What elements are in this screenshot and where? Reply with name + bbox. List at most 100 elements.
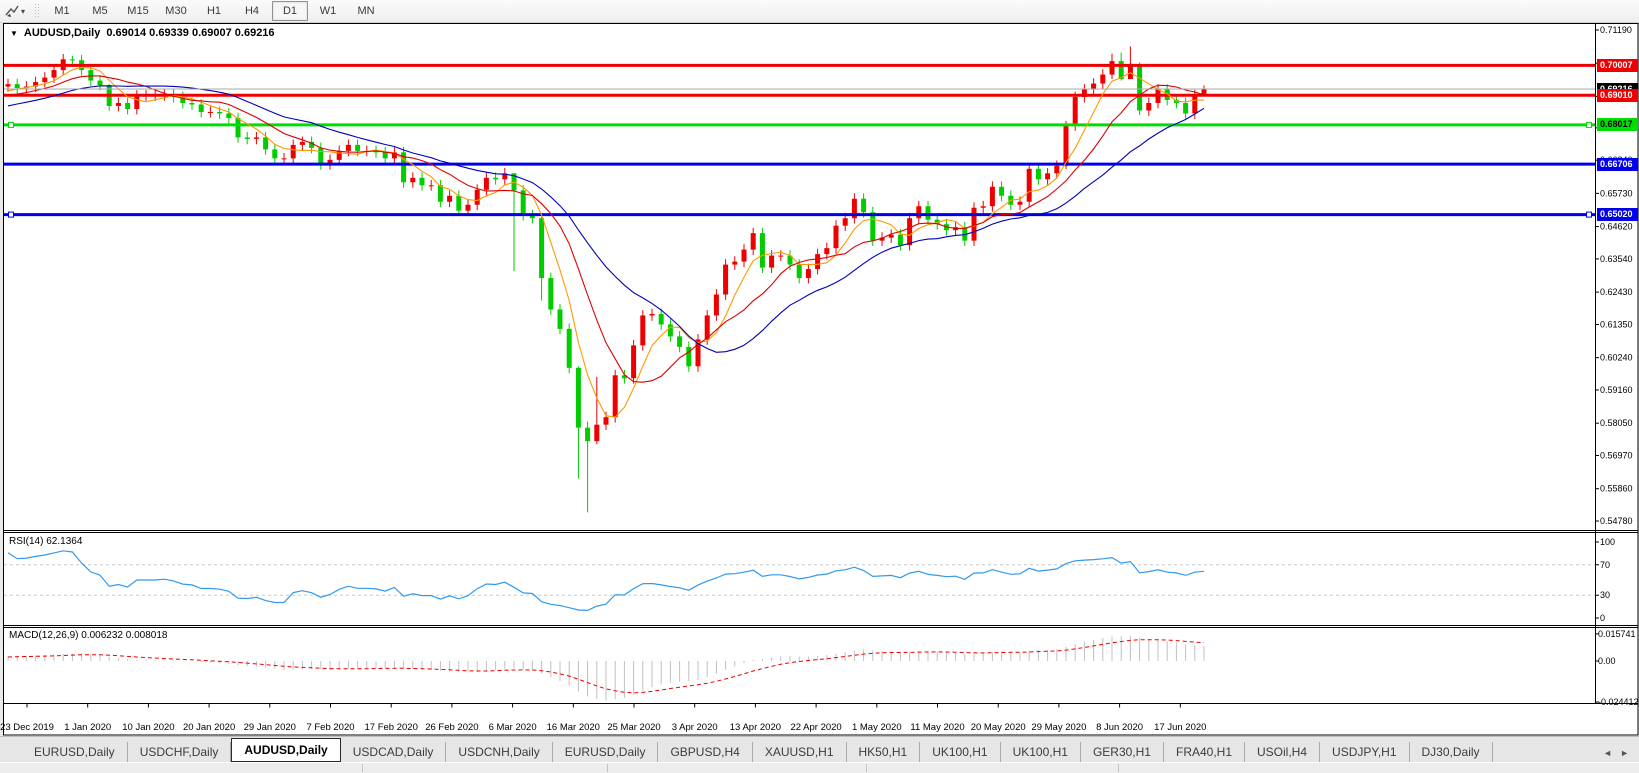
tab-scroll-left-icon[interactable]: ◄ [1603,748,1612,758]
date-tick-label: 20 May 2020 [971,722,1026,733]
date-tick-label: 29 May 2020 [1031,722,1086,733]
candle-body [97,80,103,86]
chart-tab-DJ30-Daily[interactable]: DJ30,Daily [1410,742,1493,762]
rsi-tick-label: 100 [1600,537,1615,547]
chart-tab-UK100-H1[interactable]: UK100,H1 [1001,742,1081,762]
candle-body [226,113,232,118]
candle-body [1192,95,1198,114]
candle-body [493,177,499,180]
chart-tabs: EURUSD,Daily USDCHF,Daily AUDUSD,Daily USDC… [22,737,1493,763]
chart-tab-HK50-H1[interactable]: HK50,H1 [847,742,921,762]
date-tick-label: 16 Mar 2020 [547,722,600,733]
candle-body [134,95,140,109]
title-caret-icon: ▼ [10,28,18,38]
candle-body [244,137,250,139]
macd-tick-label: 0.015741 [1598,629,1636,639]
candle-body [631,345,637,379]
chart-tab-EURUSD-Daily[interactable]: EURUSD,Daily [553,742,659,762]
candle-body [649,313,655,316]
line-handle[interactable] [8,211,14,218]
candle-body [603,417,609,425]
macd-indicator-label: MACD(12,26,9) 0.006232 0.008018 [9,630,168,641]
price-tick-label: 0.61350 [1600,319,1633,329]
candle-body [235,117,241,138]
rsi-tick-label: 30 [1600,590,1610,600]
candle-body [1035,168,1041,180]
candle-body [1146,102,1152,111]
date-tick-label: 17 Jun 2020 [1154,722,1206,733]
date-tick-label: 6 Mar 2020 [489,722,537,733]
chart-tab-XAUUSD-H1[interactable]: XAUUSD,H1 [753,742,847,762]
chart-tab-USDCHF-Daily[interactable]: USDCHF,Daily [128,742,232,762]
candle-body [272,149,278,159]
chart-tab-USOil-H4[interactable]: USOil,H4 [1245,742,1321,762]
date-tick-label: 26 Feb 2020 [425,722,478,733]
date-tick-label: 1 May 2020 [852,722,902,733]
candle-body [824,248,830,255]
chart-tab-AUDUSD-Daily[interactable]: AUDUSD,Daily [231,738,341,762]
candle-body [658,313,664,325]
chart-tab-EURUSD-Daily[interactable]: EURUSD,Daily [22,742,128,762]
candle-body [741,249,747,262]
candle-body [833,225,839,249]
chart-tab-USDCAD-Daily[interactable]: USDCAD,Daily [341,742,447,762]
candle-body [704,315,710,340]
candle-body [723,264,729,295]
candle-body [465,204,471,211]
candle-body [769,255,775,268]
rsi-tick-label: 70 [1600,560,1610,570]
chart-tab-USDCNH-Daily[interactable]: USDCNH,Daily [446,742,553,762]
status-bar [0,762,1639,773]
price-tick-label: 0.63540 [1600,254,1633,264]
candle-body [1109,61,1115,75]
candle-body [612,375,618,418]
candle-body [69,59,75,61]
chart-tab-USDJPY-H1[interactable]: USDJPY,H1 [1320,742,1410,762]
macd-tick-label: 0.00 [1598,656,1616,666]
line-handle[interactable] [8,121,14,128]
candle-body [263,137,269,150]
date-tick-label: 11 May 2020 [910,722,964,733]
chart-tab-GBPUSD-H4[interactable]: GBPUSD,H4 [658,742,753,762]
chart-tab-GER30-H1[interactable]: GER30,H1 [1081,742,1164,762]
date-tick-label: 17 Feb 2020 [365,722,418,733]
line-handle[interactable] [1586,121,1592,128]
candle-body [318,147,324,165]
chart-tab-FRA40-H1[interactable]: FRA40,H1 [1164,742,1246,762]
status-separator [1118,764,1119,772]
candle-body [5,84,11,87]
candle-body [281,158,287,160]
price-tick-label: 0.55860 [1600,484,1633,494]
status-separator [362,764,363,772]
candle-body [189,102,195,105]
price-tick-label: 0.54780 [1600,516,1633,526]
status-separator [866,764,867,772]
candle-body [861,198,867,213]
status-separator [607,764,608,772]
price-tick-label: 0.64620 [1600,222,1633,232]
candle-body [842,218,848,226]
chart-canvas[interactable]: 0.711900.700800.689700.679200.668400.657… [0,0,1639,772]
candle-body [207,111,213,113]
line-handle[interactable] [1586,211,1592,218]
candle-body [410,177,416,183]
candle-body [686,346,692,367]
price-tick-label: 0.59160 [1600,385,1633,395]
candle-body [713,294,719,316]
candle-body [428,185,434,187]
candle-body [456,195,462,211]
candle-body [778,255,784,257]
date-tick-label: 20 Jan 2020 [183,722,235,733]
candle-body [345,144,351,151]
price-tick-label: 0.65730 [1600,188,1633,198]
candle-body [1183,102,1189,114]
price-tick-label: 0.71190 [1600,25,1632,35]
tab-scroll-right-icon[interactable]: ► [1620,748,1629,758]
candle-body [539,218,545,279]
candle-body [925,206,931,220]
chart-tab-UK100-H1[interactable]: UK100,H1 [920,742,1001,762]
candle-body [557,309,563,329]
candle-body [971,207,977,241]
candle-body [575,367,581,428]
candle-body [1026,168,1032,202]
